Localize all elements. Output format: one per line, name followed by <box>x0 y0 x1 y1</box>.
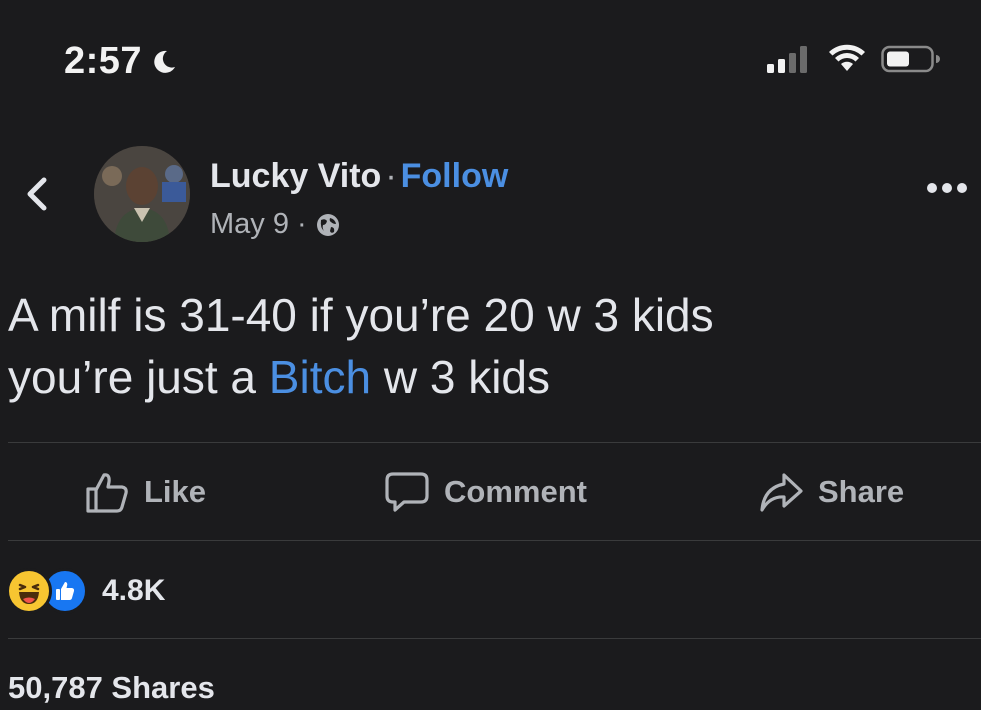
follow-button[interactable]: Follow <box>401 157 509 195</box>
shares-count[interactable]: 50,787 Shares <box>8 670 215 706</box>
comment-bubble-icon <box>385 472 429 512</box>
author-name[interactable]: Lucky Vito <box>210 157 381 195</box>
battery-icon <box>881 45 940 73</box>
post-meta: May 9 · <box>210 208 341 241</box>
author-line: Lucky Vito · Follow <box>210 157 508 196</box>
more-dot <box>957 183 967 193</box>
author-avatar[interactable] <box>94 146 190 242</box>
like-button[interactable]: Like <box>84 470 206 514</box>
post-line-1: A milf is 31-40 if you’re 20 w 3 kids <box>8 289 714 341</box>
share-arrow-icon <box>760 473 803 512</box>
status-bar-time: 2:57 <box>64 40 178 83</box>
more-options-icon[interactable] <box>927 183 967 193</box>
more-dot <box>942 183 952 193</box>
thumbs-up-icon <box>86 473 128 513</box>
post-line-2: you’re just a Bitch w 3 kids <box>8 346 968 408</box>
post-body: A milf is 31-40 if you’re 20 w 3 kids yo… <box>8 284 968 408</box>
reaction-summary[interactable]: 4.8K <box>6 568 165 614</box>
globe-icon <box>316 213 339 236</box>
meta-separator: · <box>296 208 307 240</box>
post-line-2-end: w 3 kids <box>371 351 551 403</box>
like-label: Like <box>144 474 207 509</box>
post-date[interactable]: May 9 <box>210 208 289 241</box>
share-label: Share <box>818 474 905 509</box>
hashtag-link[interactable]: Bitch <box>269 351 371 403</box>
status-bar-icons <box>767 44 941 74</box>
moon-icon <box>154 50 176 73</box>
cellular-signal-icon <box>767 46 807 73</box>
post-line-2-start: you’re just a <box>8 351 269 403</box>
comment-button[interactable]: Comment <box>384 470 587 514</box>
share-button[interactable]: Share <box>758 470 904 514</box>
reaction-count: 4.8K <box>102 574 166 607</box>
divider-bottom <box>8 638 981 639</box>
haha-reaction-icon <box>6 568 52 614</box>
haha-face-icon <box>18 583 40 604</box>
divider-middle <box>8 540 981 541</box>
facebook-post-screen: 2:57 Lucky Vito · Follow May 9 · A milf … <box>0 0 981 710</box>
thumbs-up-filled-icon <box>56 582 75 600</box>
more-dot <box>927 183 937 193</box>
wifi-icon <box>829 44 865 71</box>
divider-top <box>8 442 981 443</box>
time-text: 2:57 <box>64 40 143 82</box>
avatar-image <box>94 146 190 242</box>
author-separator: · <box>385 157 397 195</box>
comment-label: Comment <box>444 474 587 509</box>
back-chevron-icon[interactable] <box>18 170 54 218</box>
